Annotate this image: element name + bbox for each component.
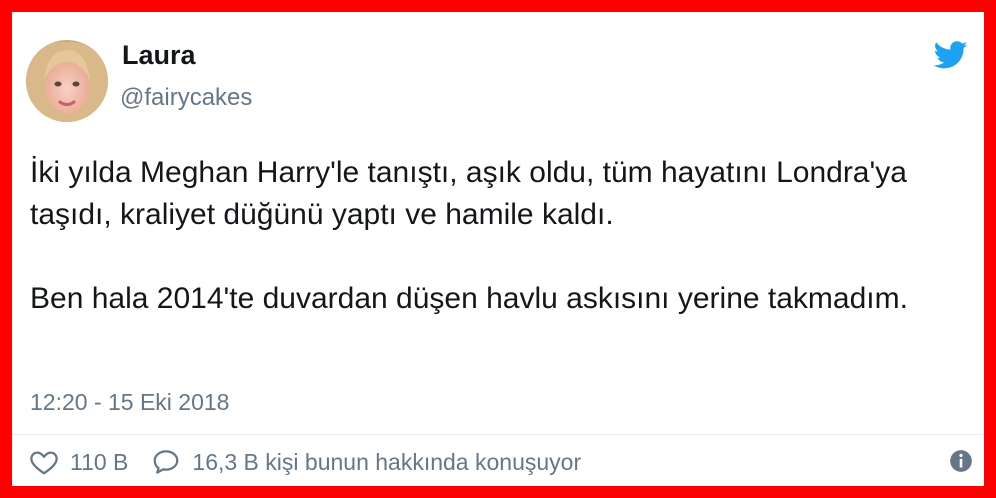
avatar[interactable] (26, 40, 108, 122)
twitter-bird-icon[interactable] (932, 38, 970, 72)
heart-icon[interactable] (28, 447, 60, 477)
reply-summary[interactable]: 16,3 B kişi bunun hakkında konuşuyor (192, 449, 581, 476)
action-bar: 110 B 16,3 B kişi bunun hakkında konuşuy… (28, 444, 581, 480)
tweet-timestamp[interactable]: 12:20 - 15 Eki 2018 (30, 389, 229, 416)
divider (12, 434, 984, 435)
info-icon[interactable] (948, 448, 974, 474)
tweet-paragraph-1: İki yılda Meghan Harry'le tanıştı, aşık … (30, 156, 907, 231)
user-handle[interactable]: @fairycakes (120, 84, 252, 112)
tweet-card: Laura @fairycakes İki yılda Meghan Harry… (12, 12, 984, 486)
tweet-paragraph-2: Ben hala 2014'te duvardan düşen havlu as… (30, 282, 908, 315)
tweet-text: İki yılda Meghan Harry'le tanıştı, aşık … (30, 152, 960, 320)
user-name[interactable]: Laura (122, 40, 196, 71)
speech-bubble-icon[interactable] (150, 447, 182, 477)
like-count[interactable]: 110 B (70, 449, 128, 476)
